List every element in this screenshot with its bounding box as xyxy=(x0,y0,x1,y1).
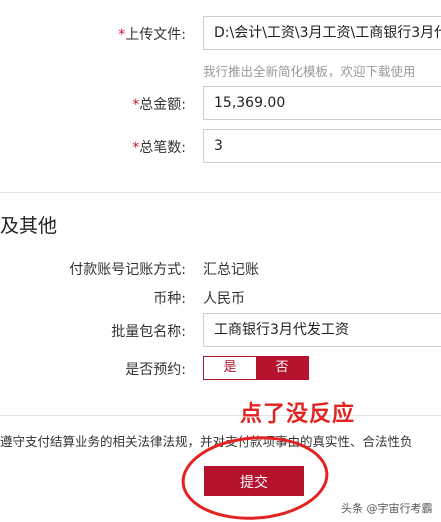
annotation-circle xyxy=(181,436,329,520)
watermark: 头条 @宇宙行考霸 xyxy=(341,502,433,515)
